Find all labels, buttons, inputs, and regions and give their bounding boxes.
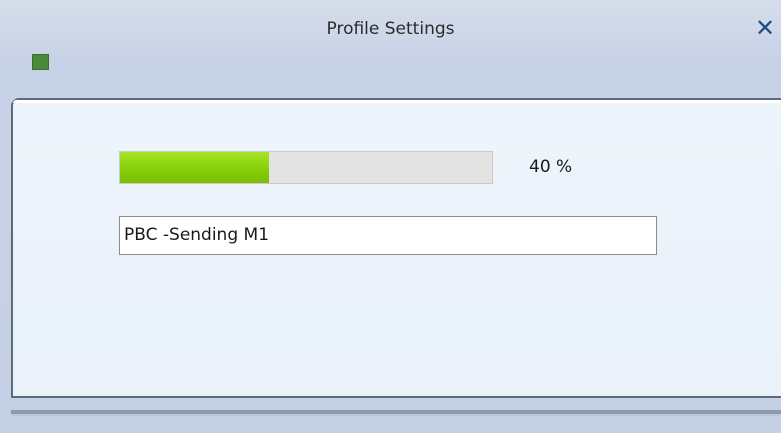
progress-bar	[119, 151, 493, 184]
status-field: PBC -Sending M1	[119, 216, 657, 255]
close-icon[interactable]: ✕	[753, 15, 777, 41]
progress-bar-fill	[120, 152, 269, 183]
profile-settings-window: Profile Settings ✕ 40 % PBC -Sending M1	[0, 0, 781, 433]
bottom-divider-highlight	[11, 414, 781, 416]
progress-percent-label: 40 %	[529, 157, 573, 177]
panel-highlight	[13, 100, 781, 103]
app-icon	[32, 54, 49, 70]
window-title: Profile Settings	[326, 19, 455, 39]
